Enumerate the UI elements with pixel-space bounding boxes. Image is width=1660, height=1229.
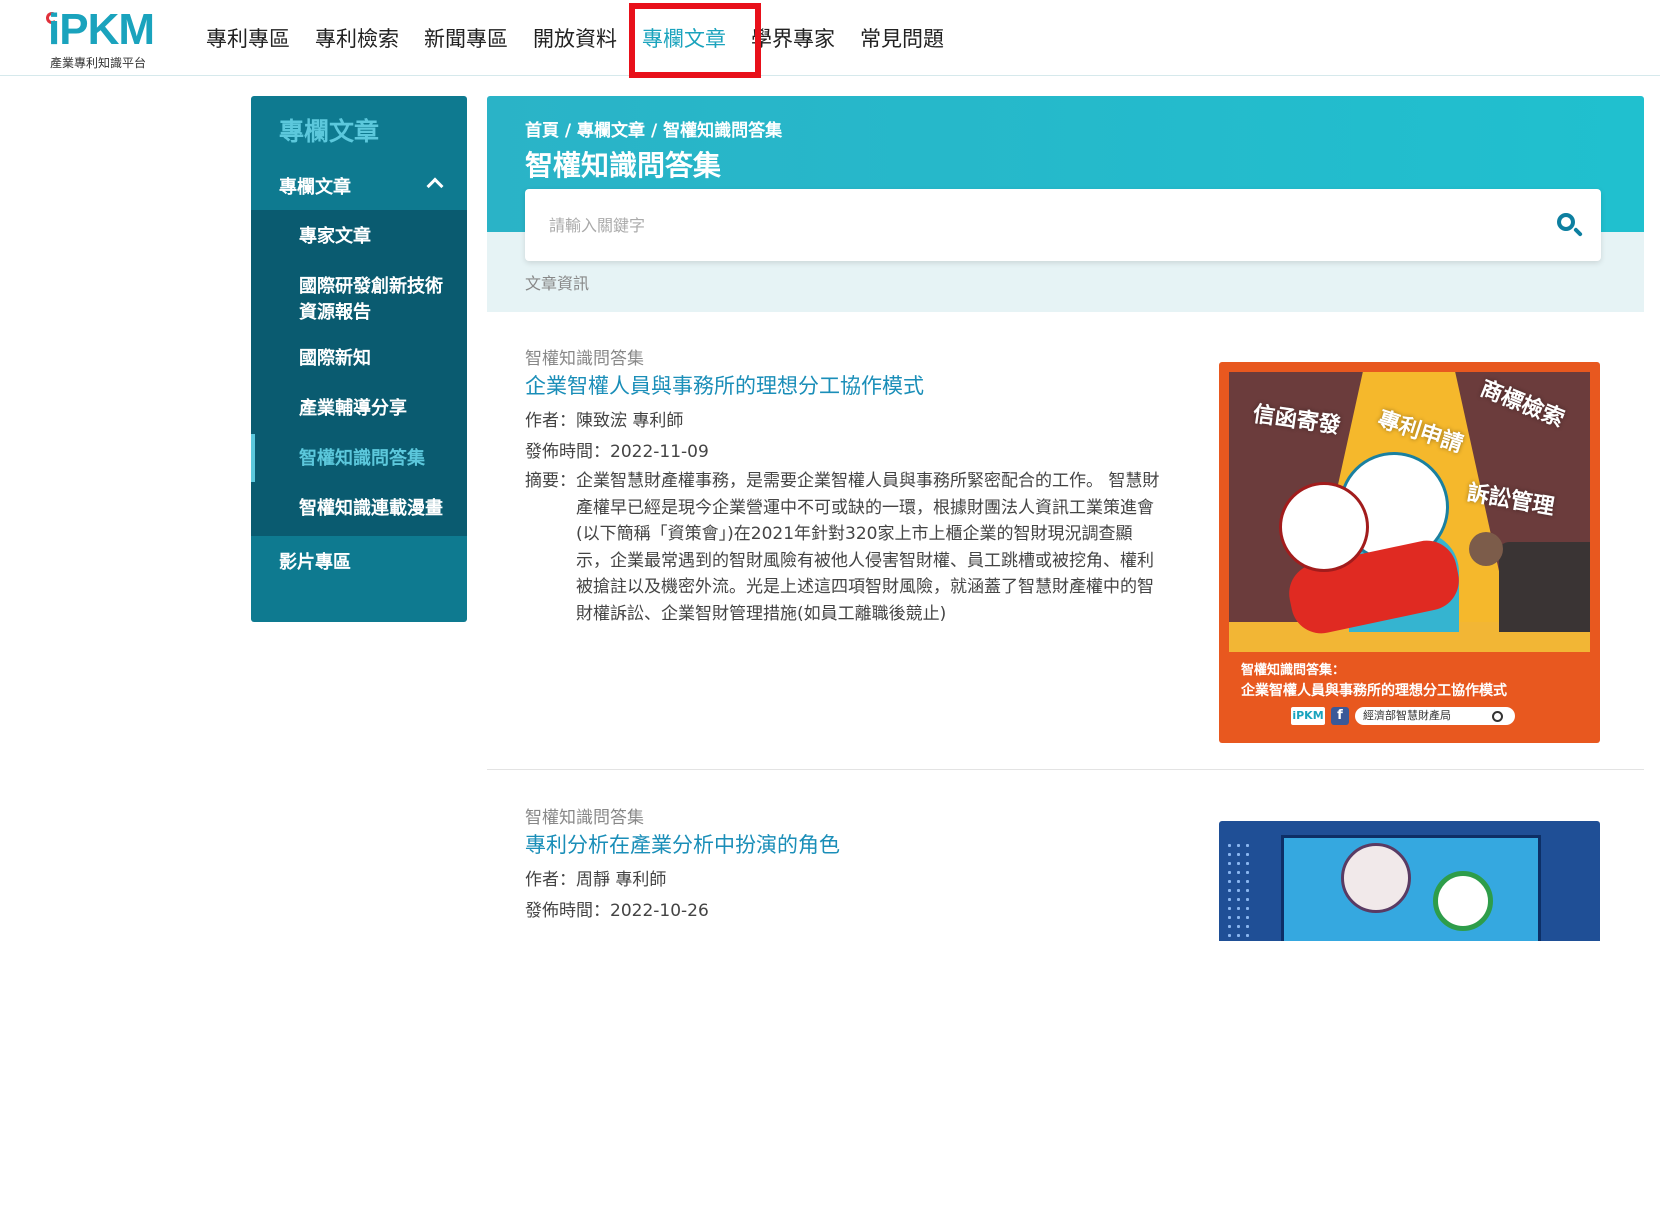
article-author: 作者：陳致浤 專利師 (525, 411, 684, 431)
article-thumbnail[interactable] (1219, 821, 1600, 941)
pianist-graphic (1469, 532, 1503, 566)
article-summary: 摘要： 企業智慧財產權事務，是需要企業智權人員與事務所緊密配合的工作。 智慧財產… (525, 468, 1165, 627)
character-head (1279, 482, 1369, 572)
nav-academic-experts[interactable]: 學界專家 (751, 23, 835, 53)
badge-graphic (1433, 871, 1493, 931)
main-nav: 專利專區 專利檢索 新聞專區 開放資料 專欄文章 學界專家 常見問題 (206, 0, 969, 76)
sidebar-item-rd-reports[interactable]: 國際研發創新技術資源報告 (299, 274, 449, 326)
sidebar-item-ip-comics[interactable]: 智權知識連載漫畫 (299, 496, 443, 522)
main-content: 首頁 / 專欄文章 / 智權知識問答集 智權知識問答集 文章資訊 智權知識問答集… (487, 96, 1644, 941)
breadcrumb[interactable]: 首頁 / 專欄文章 / 智權知識問答集 (525, 116, 782, 141)
nav-faq[interactable]: 常見問題 (860, 23, 944, 53)
nav-open-data[interactable]: 開放資料 (533, 23, 617, 53)
sidebar-title: 專欄文章 (279, 117, 380, 146)
sidebar-section-columns[interactable]: 專欄文章 (251, 166, 467, 206)
thumb-word: 信函寄發 (1251, 401, 1342, 439)
thumbnail-illustration (1281, 835, 1541, 941)
search-input[interactable] (549, 189, 1529, 261)
summary-text: 企業智慧財產權事務，是需要企業智權人員與事務所緊密配合的工作。 智慧財產權早已經… (576, 471, 1160, 624)
sidebar-active-indicator (251, 434, 255, 482)
nav-highlight-box (629, 3, 761, 78)
sidebar-item-ip-qa[interactable]: 智權知識問答集 (299, 446, 425, 472)
thumb-word: 商標檢索 (1476, 376, 1568, 433)
piano-graphic (1499, 542, 1590, 632)
article-title[interactable]: 企業智權人員與事務所的理想分工協作模式 (525, 370, 924, 400)
article-card: 智權知識問答集 專利分析在產業分析中扮演的角色 作者：周靜 專利師 發佈時間：2… (487, 771, 1644, 1229)
summary-label: 摘要： (525, 471, 576, 491)
thumb-caption-main: 企業智權人員與事務所的理想分工協作模式 (1241, 683, 1507, 699)
nav-patent-search[interactable]: 專利檢索 (315, 23, 399, 53)
logo-subtitle: 產業專利知識平台 (50, 56, 147, 70)
sidebar-item-video[interactable]: 影片專區 (279, 548, 351, 574)
thumb-caption-top: 智權知識問答集： (1241, 663, 1346, 678)
article-title[interactable]: 專利分析在產業分析中扮演的角色 (525, 829, 840, 859)
section-label: 文章資訊 (525, 274, 590, 293)
article-date: 發佈時間：2022-11-09 (525, 442, 709, 462)
thumb-footer: iPKM f 經濟部智慧財產局 (1291, 705, 1521, 727)
site-logo[interactable]: iPKM 產業專利知識平台 (46, 5, 170, 70)
thumb-search-text: 經濟部智慧財產局 (1355, 707, 1515, 725)
article-category: 智權知識問答集 (525, 349, 644, 369)
nav-patent-zone[interactable]: 專利專區 (206, 23, 290, 53)
character-head (1341, 843, 1411, 913)
search-icon[interactable] (1555, 211, 1583, 239)
page-title: 智權知識問答集 (525, 149, 722, 182)
chevron-up-icon[interactable] (426, 177, 444, 195)
nav-news[interactable]: 新聞專區 (424, 23, 508, 53)
sidebar-item-intl-news[interactable]: 國際新知 (299, 346, 371, 372)
sidebar: 專欄文章 專欄文章 專家文章 國際研發創新技術資源報告 國際新知 產業輔導分享 … (251, 96, 467, 622)
sidebar-item-industry-sharing[interactable]: 產業輔導分享 (299, 396, 407, 422)
article-date: 發佈時間：2022-10-26 (525, 901, 709, 921)
thumb-logo: iPKM (1291, 707, 1325, 725)
sidebar-submenu (251, 210, 467, 536)
dot-pattern (1225, 841, 1253, 941)
sidebar-section-label: 專欄文章 (279, 177, 351, 198)
search-box (525, 189, 1601, 261)
article-card: 智權知識問答集 企業智權人員與事務所的理想分工協作模式 作者：陳致浤 專利師 發… (487, 312, 1644, 770)
thumbnail-illustration: 信函寄發 專利申請 商標檢索 訴訟管理 (1229, 372, 1590, 652)
facebook-icon: f (1331, 707, 1349, 725)
sidebar-item-expert-articles[interactable]: 專家文章 (299, 224, 371, 250)
top-navigation-bar: iPKM 產業專利知識平台 專利專區 專利檢索 新聞專區 開放資料 專欄文章 學… (0, 0, 1660, 76)
logo-text: iPKM (48, 5, 155, 54)
article-category: 智權知識問答集 (525, 808, 644, 828)
article-author: 作者：周靜 專利師 (525, 870, 667, 890)
article-thumbnail[interactable]: 信函寄發 專利申請 商標檢索 訴訟管理 智權知識問答集： 企業智權人員與事務所的… (1219, 362, 1600, 743)
